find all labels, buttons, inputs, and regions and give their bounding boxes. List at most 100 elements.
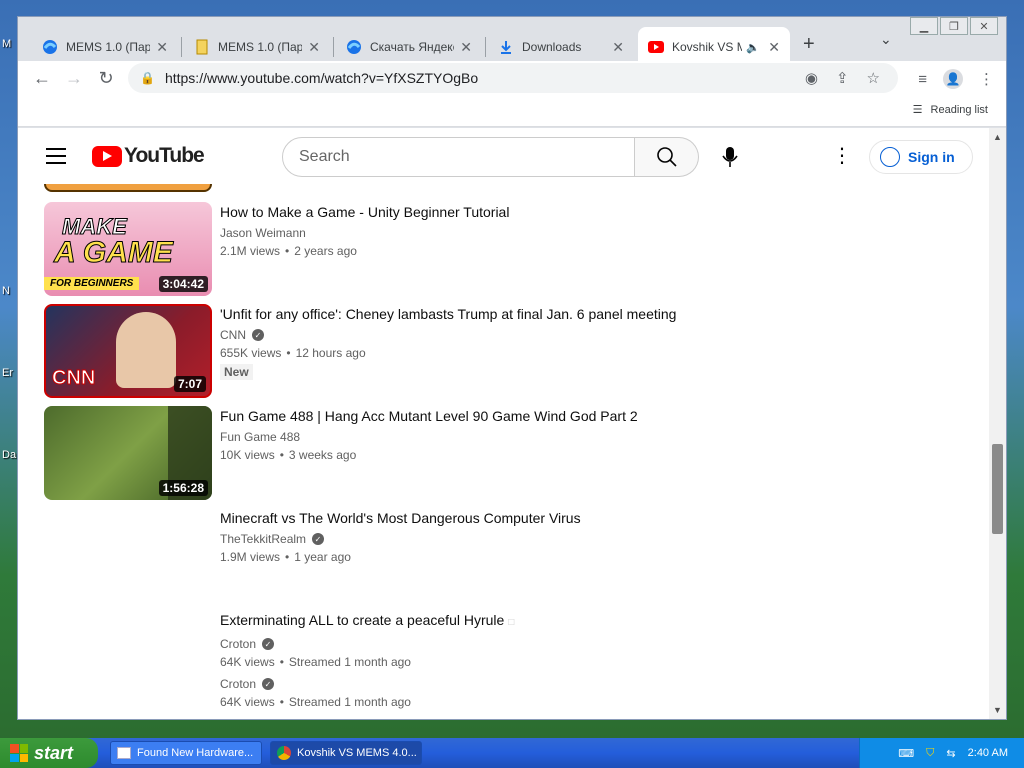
upload-age: 1 year ago [294,550,351,564]
close-tab-icon[interactable]: ✕ [150,39,168,56]
edge-icon [42,39,58,55]
related-videos-list: MAKE A GAME FOR BEGINNERS 3:04:42 How to… [18,128,989,719]
list-item[interactable]: MAKE A GAME FOR BEGINNERS 3:04:42 How to… [44,202,944,298]
view-count: 10K views [220,448,275,462]
verified-icon: ✓ [312,533,325,545]
channel-name[interactable]: Jason Weimann [220,226,306,240]
upload-age: 3 weeks ago [288,448,357,462]
video-title[interactable]: How to Make a Game - Unity Beginner Tuto… [220,202,509,222]
new-badge: New [220,364,253,380]
channel-name[interactable]: Croton [220,637,256,651]
network-icon[interactable]: ⇆ [946,747,955,760]
star-icon[interactable]: ☆ [867,69,880,87]
address-bar[interactable]: 🔒 https://www.youtube.com/watch?v=YfXSZT… [128,63,898,93]
media-control-icon[interactable]: ≡ [918,71,927,88]
back-icon[interactable]: ← [26,68,58,89]
voice-search-button[interactable] [710,137,750,177]
maximize-button[interactable]: ❐ [940,17,968,35]
new-tab-icon[interactable]: + [803,33,815,56]
tab-separator [333,37,334,57]
tab-label: Downloads [522,40,582,54]
channel-name[interactable]: CNN [220,328,246,342]
thumbnail-figure [116,312,176,388]
minimize-button[interactable]: ▁ [910,17,938,35]
start-label: start [34,742,74,763]
upload-age: Streamed 1 month ago [288,695,411,709]
lock-icon[interactable]: 🔒 [140,71,155,85]
scroll-down-icon[interactable]: ▼ [993,705,1002,715]
youtube-logo[interactable]: YouTube [92,144,205,168]
thumbnail[interactable]: 1:56:28 [44,406,212,500]
settings-dots-icon[interactable]: ⋮ [832,146,852,166]
sign-in-button[interactable]: Sign in [869,140,973,174]
taskbar-item-chrome[interactable]: Kovshik VS MEMS 4.0... [270,741,422,765]
forward-icon[interactable]: → [58,68,90,89]
thumbnail-text: FOR BEGINNERS [44,277,140,290]
list-item[interactable]: Exterminating ALL to create a peaceful H… [44,610,944,719]
menu-dots-icon[interactable]: ⋮ [979,70,994,88]
reload-icon[interactable]: ↻ [90,68,122,89]
clock[interactable]: 2:40 AM [968,747,1008,759]
taskbar-item-found-hardware[interactable]: Found New Hardware... [110,741,262,765]
scrollbar-thumb[interactable] [992,444,1003,534]
document-icon [194,39,210,55]
reading-list-button[interactable]: ☰ Reading list [913,103,988,117]
keyboard-icon[interactable]: ⌨ [898,747,914,760]
url-text[interactable]: https://www.youtube.com/watch?v=YfXSZTYO… [165,70,478,86]
channel-name[interactable]: Fun Game 488 [220,430,300,444]
video-title[interactable]: Exterminating ALL to create a peaceful H… [220,610,514,633]
thumbnail[interactable]: MAKE A GAME FOR BEGINNERS 3:04:42 [44,202,212,296]
search-input[interactable]: Search [282,137,635,177]
video-title[interactable]: Fun Game 488 | Hang Acc Mutant Level 90 … [220,406,638,426]
desktop-icon-label[interactable]: Da [2,449,16,461]
scroll-up-icon[interactable]: ▲ [993,132,1002,142]
thumbnail-text: A GAME [54,236,174,270]
security-shield-icon[interactable]: ⛉ [926,747,934,760]
start-button[interactable]: start [0,738,98,768]
chevron-down-icon[interactable]: ⌄ [880,31,892,48]
thumbnail[interactable]: CNN 7:07 [44,304,212,398]
verified-icon: ✓ [262,638,275,650]
hamburger-menu-icon[interactable] [46,148,66,169]
youtube-icon [648,39,664,55]
eye-off-icon[interactable]: ◉ [805,69,818,87]
close-window-button[interactable]: ✕ [970,17,998,35]
search-button[interactable] [635,137,699,177]
close-tab-icon[interactable]: ✕ [762,39,780,56]
channel-name[interactable]: TheTekkitRealm [220,532,306,546]
task-label: Kovshik VS MEMS 4.0... [297,747,417,759]
view-count: 64K views [220,695,275,709]
desktop-icon-label[interactable]: N [2,285,10,297]
toolbar: ← → ↻ 🔒 https://www.youtube.com/watch?v=… [18,61,1006,95]
upload-age: 2 years ago [294,244,357,258]
view-count: 655K views [220,346,282,360]
speaker-icon[interactable]: 🔈 [746,41,760,54]
share-icon[interactable]: ⇪ [836,69,849,87]
task-label: Found New Hardware... [137,747,254,759]
duration-badge: 3:04:42 [158,276,208,292]
list-item[interactable]: Minecraft vs The World's Most Dangerous … [44,508,944,604]
view-count: 1.9M views [220,550,281,564]
video-title[interactable]: 'Unfit for any office': Cheney lambasts … [220,304,676,324]
close-tab-icon[interactable]: ✕ [606,39,624,56]
desktop-icon-label[interactable]: Er [2,367,13,379]
window-icon [117,747,131,759]
verified-icon: ✓ [262,678,275,690]
profile-icon[interactable]: 👤 [943,69,963,89]
page-scrollbar[interactable]: ▲ ▼ [989,128,1006,719]
window-controls: ▁ ❐ ✕ [910,17,998,35]
list-item[interactable]: CNN 7:07 'Unfit for any office': Cheney … [44,304,944,400]
list-item[interactable]: 1:56:28 Fun Game 488 | Hang Acc Mutant L… [44,406,944,502]
windows-flag-icon [10,744,28,762]
upload-age: Streamed 1 month ago [288,655,411,669]
youtube-wordmark: YouTube [124,144,205,167]
channel-name[interactable]: Croton [220,677,256,691]
tab-label: Скачать Яндекс Д [370,40,454,54]
close-tab-icon[interactable]: ✕ [454,39,472,56]
edge-icon [346,39,362,55]
video-title[interactable]: Minecraft vs The World's Most Dangerous … [220,508,581,528]
close-tab-icon[interactable]: ✕ [302,39,320,56]
desktop-icon-label[interactable]: M [2,38,11,50]
duration-badge: 1:56:28 [158,480,208,496]
youtube-page: MAKE A GAME FOR BEGINNERS 3:04:42 How to… [18,128,989,719]
